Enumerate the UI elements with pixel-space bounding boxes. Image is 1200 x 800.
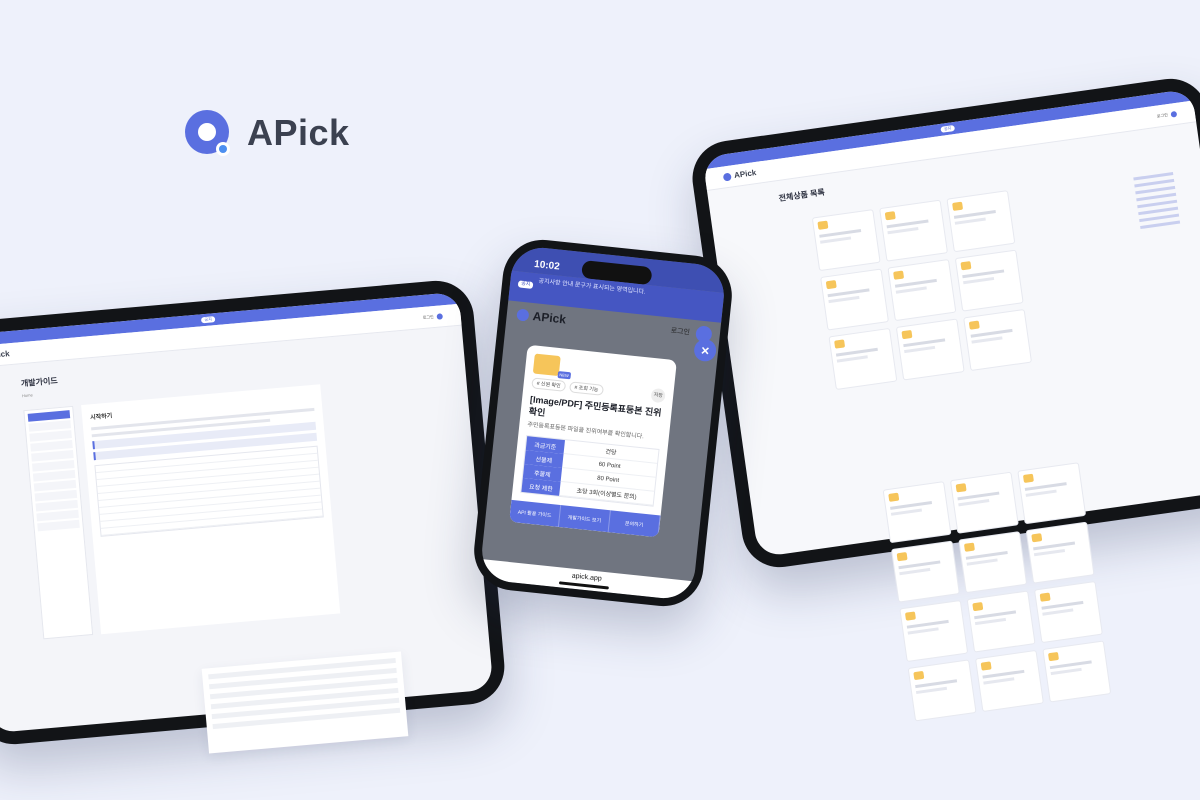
nav-item[interactable] [49,347,54,352]
product-card[interactable] [974,649,1044,713]
folder-icon [884,211,896,221]
product-card[interactable] [958,531,1028,594]
status-time: 10:02 [533,258,561,273]
category-item[interactable] [1140,220,1181,230]
folder-icon [913,670,925,681]
side-menu-item[interactable] [37,519,80,532]
folder-icon [955,483,967,493]
login-link[interactable]: 로그인 [1157,110,1178,119]
product-card[interactable] [828,327,898,391]
new-badge: NEW [557,370,572,380]
folder-icon [968,320,980,330]
apick-logo-icon [516,308,530,322]
login-link[interactable]: 로그인 [422,312,443,321]
folder-icon [960,261,972,271]
folder-icon [834,339,846,349]
product-card[interactable] [895,318,965,381]
pricing-table: 과금기준 건당 선불제 60 Point 후불제 80 Point 요청 제한 초당 3… [520,435,660,508]
folder-icon [825,279,837,290]
guide-document: 시작하기 [81,384,341,635]
guide-body: 시작하기 [0,360,486,645]
guide-side-menu [23,405,94,640]
api-guide-button[interactable]: API 활용 가이드 [509,499,562,527]
product-card[interactable] [1025,521,1095,584]
folder-icon [1039,592,1051,602]
product-list-continuation [882,454,1188,800]
nav-item[interactable] [64,346,69,351]
product-card[interactable] [899,599,969,663]
banner-badge: 공지 [940,125,955,133]
folder-icon [893,270,905,280]
dev-guide-button[interactable]: 개발가이드 보기 [558,505,611,533]
guide-page-continuation [201,651,409,754]
nav-item[interactable] [78,345,83,350]
product-card[interactable] [890,540,960,603]
product-card[interactable] [1033,581,1103,644]
folder-icon [1047,651,1059,662]
doc-table [94,445,324,537]
url-bar[interactable]: apick.app [479,559,694,602]
folder-icon [896,552,908,562]
product-card[interactable] [1017,462,1087,525]
apick-logo-icon [183,108,233,158]
phone-logo[interactable]: APick [516,307,567,327]
product-card[interactable] [811,209,881,272]
folder-icon [972,601,984,612]
folder-icon [963,542,975,552]
folder-icon [904,611,916,621]
folder-icon: NEW [532,353,572,380]
product-card[interactable] [882,481,952,544]
phone-screen: 10:02 공지 공지사항 안내 문구가 표시되는 영역입니다. APick 로… [479,244,727,602]
product-card[interactable] [949,471,1019,534]
product-card[interactable] [887,259,957,322]
site-logo[interactable]: APick [0,349,10,361]
site-menu [49,345,83,353]
product-card[interactable] [820,268,890,331]
product-card[interactable] [966,590,1036,653]
product-card[interactable] [1042,640,1112,703]
folder-icon [1031,533,1043,543]
tag[interactable]: # 신원 확인 [531,377,567,392]
notice-badge: 공지 [517,280,534,289]
menu-icon[interactable] [436,312,443,320]
category-sidebar [1133,171,1181,233]
contact-button[interactable]: 문의하기 [608,510,661,538]
menu-icon[interactable] [1170,110,1178,118]
phone: 10:02 공지 공지사항 안내 문구가 표시되는 영역입니다. APick 로… [470,235,736,611]
folder-icon [888,492,900,502]
folder-icon [952,201,964,211]
product-detail-modal: NEW # 신원 확인 # 조회 기능 저장 [Image/PDF] 주민등록표… [509,344,677,538]
product-card[interactable] [954,249,1024,312]
folder-icon [901,329,913,340]
product-card[interactable] [879,199,949,262]
logo-wordmark: APick [247,112,350,153]
banner-badge: 공지 [201,316,216,324]
folder-icon [1022,473,1034,483]
tag[interactable]: # 조회 기능 [568,381,604,396]
product-card[interactable] [946,190,1016,253]
login-button[interactable]: 로그인 [670,326,690,338]
site-logo-icon [722,172,732,182]
folder-icon [980,661,992,671]
site-logo[interactable]: APick [722,168,757,182]
folder-icon [817,220,829,230]
apick-logo: APick [183,108,350,158]
product-card[interactable] [963,308,1033,372]
product-card[interactable] [907,659,977,722]
